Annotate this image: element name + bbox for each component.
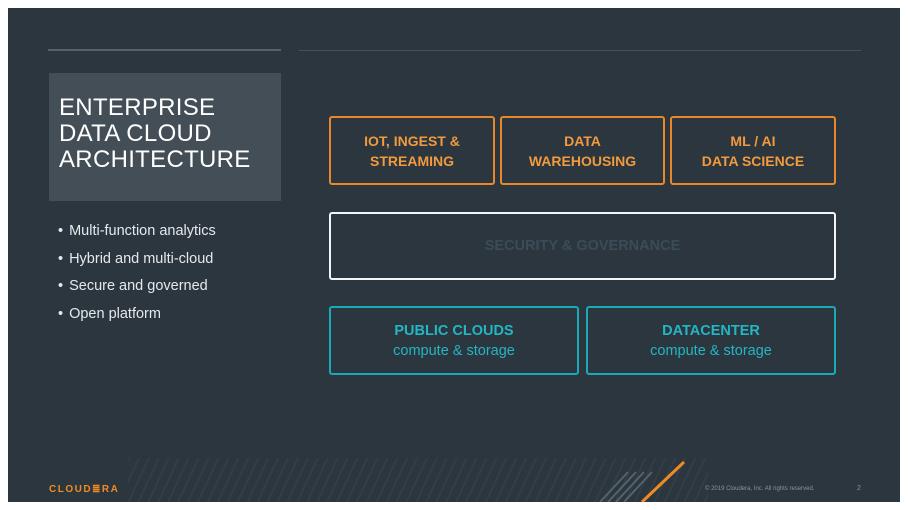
box-label-line: STREAMING	[370, 152, 454, 169]
box-label-line: compute & storage	[650, 342, 772, 359]
bullet-item: Secure and governed	[58, 273, 216, 301]
datacenter-box: DATACENTER compute & storage	[586, 306, 836, 375]
slide: ENTERPRISE DATA CLOUD ARCHITECTURE Multi…	[8, 8, 900, 502]
header-rule-right	[299, 50, 861, 51]
iot-ingest-streaming-box: IOT, INGEST & STREAMING	[329, 116, 495, 185]
bullet-item: Hybrid and multi-cloud	[58, 246, 216, 274]
title-line: ENTERPRISE	[59, 94, 216, 121]
copyright-text: © 2019 Cloudera, Inc. All rights reserve…	[705, 486, 815, 492]
bullet-item: Multi-function analytics	[58, 218, 216, 246]
box-label-line: ML / AI	[730, 132, 776, 149]
box-label: SECURITY & GOVERNANCE	[484, 238, 681, 254]
cloudera-logo: CLOUD≣RA	[49, 484, 120, 495]
box-label-line: WAREHOUSING	[528, 152, 637, 169]
bullet-item: Open platform	[58, 301, 216, 329]
footer-slash-graphic	[599, 460, 686, 502]
public-clouds-box: PUBLIC CLOUDS compute & storage	[329, 306, 579, 375]
box-label-line: DATACENTER	[662, 322, 760, 339]
bullet-list: Multi-function analytics Hybrid and mult…	[58, 218, 216, 329]
page-number: 2	[857, 485, 861, 492]
slide-title: ENTERPRISE DATA CLOUD ARCHITECTURE	[59, 95, 251, 173]
box-label-line: DATA SCIENCE	[701, 152, 805, 169]
title-line: DATA CLOUD	[59, 120, 212, 147]
box-label-line: PUBLIC CLOUDS	[394, 322, 514, 339]
box-label-line: DATA	[564, 132, 601, 149]
title-line: ARCHITECTURE	[59, 146, 251, 173]
security-governance-box: SECURITY & GOVERNANCE	[329, 212, 836, 280]
box-label-line: IOT, INGEST &	[364, 132, 460, 149]
box-label-line: compute & storage	[393, 342, 515, 359]
header-rule-left	[48, 49, 281, 51]
data-warehousing-box: DATA WAREHOUSING	[500, 116, 665, 185]
title-panel: ENTERPRISE DATA CLOUD ARCHITECTURE	[49, 73, 281, 201]
ml-ai-data-science-box: ML / AI DATA SCIENCE	[670, 116, 836, 185]
